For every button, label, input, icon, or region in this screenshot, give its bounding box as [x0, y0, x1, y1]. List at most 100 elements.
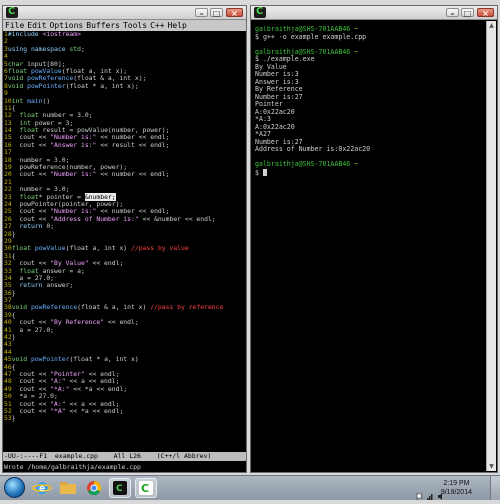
code-token: } — [11, 333, 16, 342]
code-token: return — [19, 222, 43, 231]
code-token: << result << endl; — [96, 140, 170, 149]
terminal-app-icon — [254, 6, 266, 18]
terminal-window[interactable]: – □ × galbraithja@SHS-701AAB46 ~ $ g++ -o… — [250, 5, 498, 473]
terminal-cursor — [262, 168, 267, 176]
emacs-window[interactable]: – □ × FileEdit OptionsBuffersToolsC++ Help… — [2, 5, 247, 473]
clock-time: 2:19 PM — [443, 480, 470, 487]
terminal-line: galbraithja@SHS-701AAB46 ~ — [255, 160, 485, 169]
code-line: 35 return answer; — [4, 282, 246, 289]
code-line: 16 cout << "Answer is:" << result << end… — [4, 140, 246, 149]
minimize-button[interactable]: – — [195, 8, 208, 18]
code-token: cout << — [11, 170, 51, 179]
emacs-titlebar[interactable]: – □ × — [3, 6, 246, 20]
code-token: (float a, int x) — [65, 244, 132, 253]
close-button[interactable]: × — [226, 8, 243, 18]
code-token: a = 27.0; — [11, 325, 55, 334]
code-line: 8void powPointer(float * a, int x); — [4, 81, 246, 90]
terminal-scrollbar[interactable]: ▲ ▼ — [486, 21, 496, 471]
line-number: 53 — [4, 414, 12, 423]
code-token: () — [42, 96, 51, 105]
terminal-line: Number is:27 — [255, 93, 485, 102]
prompt-directory: ~ — [350, 160, 359, 168]
terminal-text: $ g++ -o example example.cpp — [255, 32, 367, 41]
code-token: << *a << endl; — [69, 384, 128, 393]
code-token: (float * a, int x); — [65, 81, 139, 90]
emacs-minibuffer[interactable]: Wrote /home/galbraithja/example.cpp — [4, 462, 246, 472]
network-icon[interactable] — [427, 485, 434, 500]
menu-item-tools[interactable]: Tools — [123, 21, 147, 30]
code-token: << endl; — [104, 318, 139, 327]
code-line: 41 a = 27.0; — [4, 325, 246, 334]
code-token: (float & a, int x) — [77, 303, 151, 312]
code-token: void — [7, 81, 24, 90]
code-token: << &number << endl; — [138, 214, 216, 223]
show-desktop-button[interactable] — [490, 476, 500, 500]
terminal-line: $ ./example.exe — [255, 55, 485, 64]
scroll-down-icon[interactable]: ▼ — [487, 462, 496, 471]
clock-date: 9/19/2014 — [440, 489, 472, 496]
code-editor[interactable]: 1#include <iostream> 2 3using namespace st… — [4, 31, 246, 444]
code-token: << number << endl; — [96, 170, 170, 179]
start-button[interactable] — [4, 477, 25, 498]
emacs-app-icon — [6, 6, 18, 18]
ie-icon[interactable]: e — [31, 478, 53, 498]
code-token: "Number is:" — [50, 170, 97, 179]
code-line: 45void powPointer(float * a, int x) — [4, 355, 246, 364]
code-token: "Answer is:" — [50, 140, 97, 149]
minimize-button[interactable]: – — [446, 8, 459, 18]
terminal-line: A:0x22ac20 — [255, 108, 485, 117]
terminal-line: $ — [255, 168, 485, 176]
terminal-titlebar[interactable]: – □ × — [251, 6, 497, 20]
menu-item-help[interactable]: Help — [168, 21, 187, 30]
maximize-button[interactable]: □ — [461, 8, 474, 18]
code-token: answer; — [42, 281, 74, 290]
code-token: cout << — [11, 406, 51, 415]
terminal-output[interactable]: galbraithja@SHS-701AAB46 ~ $ g++ -o examp… — [255, 26, 485, 470]
svg-text:C: C — [116, 484, 123, 494]
cygwin-icon[interactable]: C — [135, 478, 157, 498]
code-token: << endl; — [88, 259, 124, 268]
code-token: powPointer — [27, 81, 66, 90]
emacs-modeline: -UU-:----F1 example.cpp All L26 (C++/l A… — [3, 452, 246, 461]
folder-icon[interactable] — [57, 478, 79, 498]
code-line: 20 cout << "Number is:" << number << end… — [4, 171, 246, 178]
code-token: //pass by value — [131, 244, 189, 253]
clock[interactable]: 2:19 PM 9/19/2014 — [441, 479, 472, 497]
code-line: 38void powReference(float & a, int x) //… — [4, 304, 246, 311]
code-token: powPointer — [30, 355, 70, 364]
menu-item-file[interactable]: File — [5, 21, 24, 30]
flag-icon[interactable] — [416, 485, 423, 500]
code-token: 0; — [42, 222, 55, 231]
terminal-text: Address of Number is:0x22ac20 — [255, 145, 371, 153]
prompt-directory: ~ — [350, 47, 359, 56]
menu-item-edit[interactable]: Edit — [27, 21, 46, 30]
emacs-menubar: File Edit Options Buffers Tools C++ Help — [3, 20, 246, 31]
code-line: 42} — [4, 333, 246, 342]
code-token: #include — [7, 31, 39, 38]
code-line: 10int main() — [4, 96, 246, 105]
terminal-icon[interactable]: C — [109, 478, 131, 498]
code-token: } — [11, 229, 16, 238]
code-token: powValue — [34, 244, 66, 253]
taskbar: e C C 2:19 PM 9/19/2014 — [0, 475, 500, 500]
close-button[interactable]: × — [477, 8, 494, 18]
maximize-button[interactable]: □ — [210, 8, 223, 18]
code-line: 30float powValue(float a, int x) //pass … — [4, 245, 246, 252]
svg-text:C: C — [141, 482, 149, 495]
menu-item-options[interactable]: Options — [50, 21, 84, 30]
code-token: powReference — [30, 303, 78, 312]
terminal-line: Address of Number is:0x22ac20 — [255, 145, 485, 154]
code-token: ; — [80, 44, 85, 53]
code-token: (float * a, int x) — [69, 355, 139, 364]
terminal-line: $ g++ -o example example.cpp — [255, 32, 485, 42]
menu-item-c[interactable]: C++ — [150, 21, 164, 30]
code-token: "By Reference" — [50, 318, 105, 327]
code-line: 52 cout << "*A" << *a << endl; — [4, 406, 246, 415]
code-token: << *a << endl; — [65, 406, 124, 415]
code-line: 43 — [4, 341, 246, 348]
menu-item-buffers[interactable]: Buffers — [86, 21, 120, 30]
code-line: 36} — [4, 289, 246, 297]
scroll-up-icon[interactable]: ▲ — [487, 21, 496, 30]
chrome-icon[interactable] — [83, 478, 105, 498]
svg-text:e: e — [39, 484, 45, 494]
